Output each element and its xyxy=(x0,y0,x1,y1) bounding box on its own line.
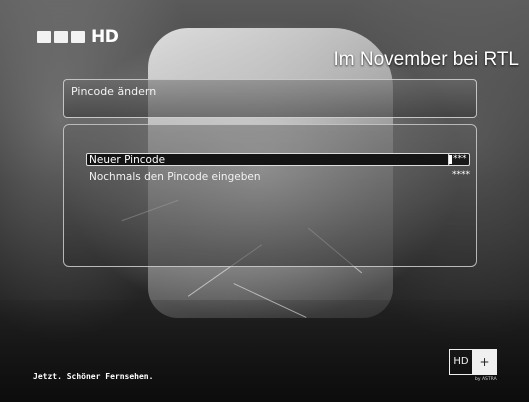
confirm-pin-label: Nochmals den Pincode eingeben xyxy=(89,171,261,183)
new-pin-row[interactable]: Neuer Pincode *** xyxy=(86,153,476,167)
hdplus-plus-text: + xyxy=(473,350,496,374)
page-title: Pincode ändern xyxy=(71,85,157,98)
channel-logo: HD xyxy=(37,27,119,47)
logo-block-r xyxy=(37,31,51,43)
footer-tagline: Jetzt. Schöner Fernsehen. xyxy=(33,372,154,381)
header-panel: Pincode ändern xyxy=(63,79,477,118)
hdplus-subtitle: by ASTRA xyxy=(475,377,497,382)
confirm-pin-row[interactable]: Nochmals den Pincode eingeben **** xyxy=(86,170,476,184)
logo-block-l xyxy=(71,31,85,43)
new-pin-value: *** xyxy=(453,154,467,164)
new-pin-label: Neuer Pincode xyxy=(89,154,166,166)
logo-hd-text: HD xyxy=(91,27,119,47)
pin-dialog: Neuer Pincode *** Nochmals den Pincode e… xyxy=(63,124,477,267)
confirm-pin-value: **** xyxy=(452,170,470,180)
hdplus-hd-text: HD xyxy=(450,350,473,374)
new-pin-field[interactable]: *** xyxy=(448,153,470,166)
hdplus-logo: HD + xyxy=(449,349,497,375)
promo-text: Im November bei RTL xyxy=(333,49,520,70)
text-cursor xyxy=(449,155,452,164)
logo-block-t xyxy=(54,31,68,43)
confirm-pin-field[interactable]: **** xyxy=(448,170,470,183)
